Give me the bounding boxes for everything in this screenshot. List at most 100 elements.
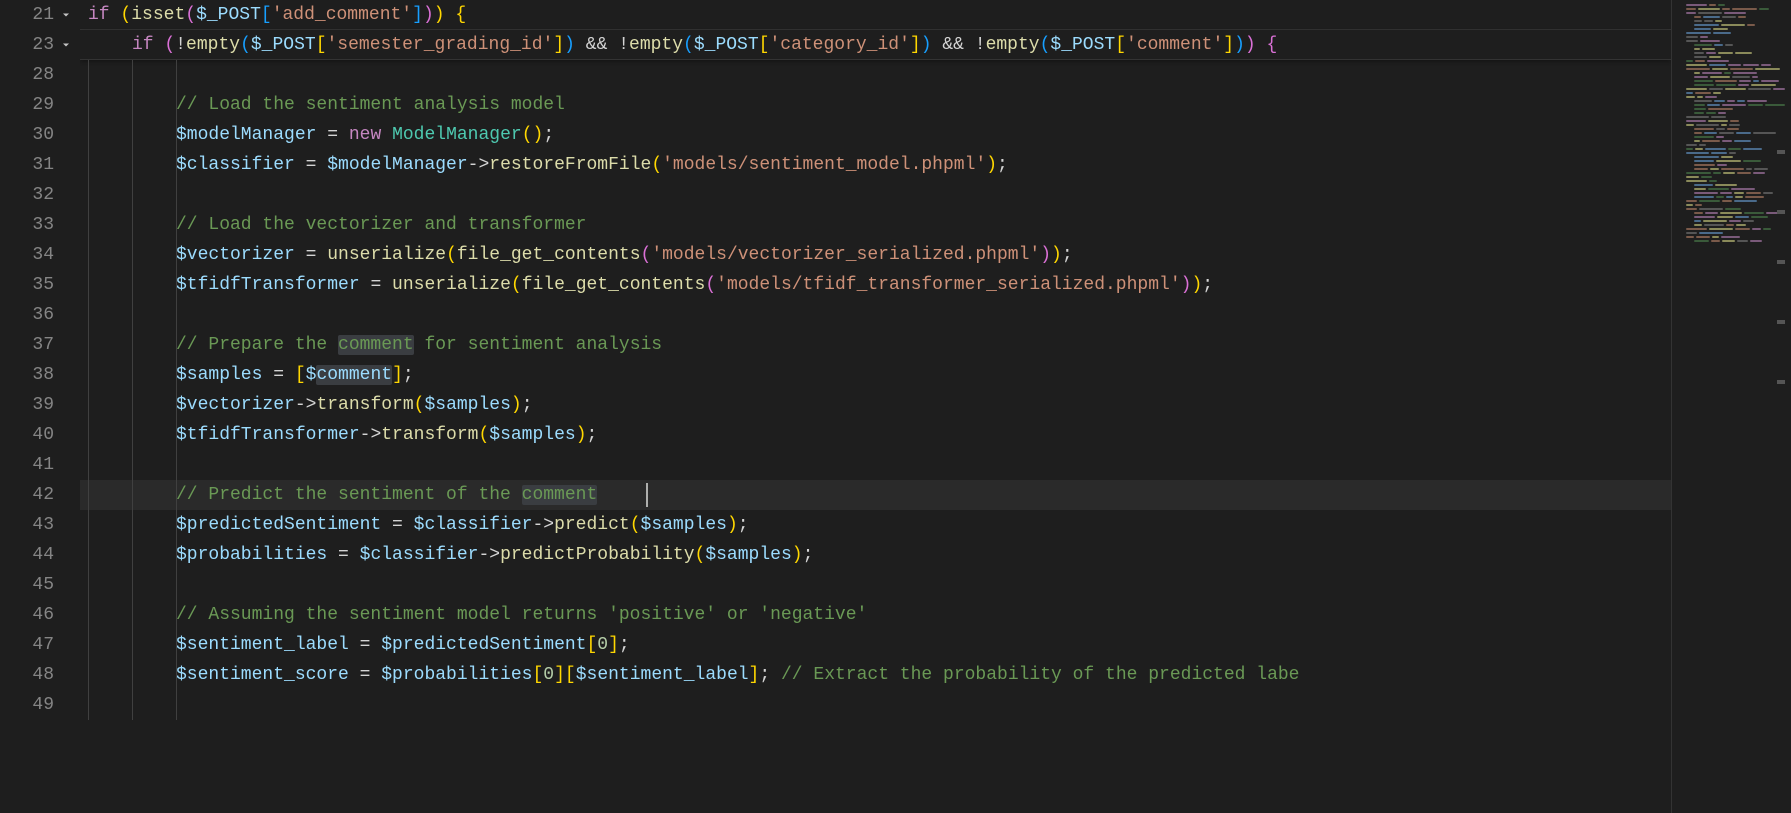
minimap-line xyxy=(1678,180,1785,183)
minimap-line xyxy=(1678,136,1785,139)
code-line[interactable]: // Load the vectorizer and transformer xyxy=(80,210,1671,240)
indent-guide xyxy=(88,360,89,390)
indent-guide xyxy=(176,90,177,120)
minimap-line xyxy=(1678,40,1785,43)
minimap-line xyxy=(1678,60,1785,63)
code-line[interactable]: $tfidfTransformer->transform($samples); xyxy=(80,420,1671,450)
line-number: 46 xyxy=(0,600,54,630)
code-line[interactable]: $tfidfTransformer = unserialize(file_get… xyxy=(80,270,1671,300)
code-line[interactable]: $modelManager = new ModelManager(); xyxy=(80,120,1671,150)
indent-guide xyxy=(132,540,133,570)
minimap-line xyxy=(1678,92,1785,95)
minimap-line xyxy=(1678,72,1785,75)
chevron-down-icon[interactable] xyxy=(58,37,74,53)
indent-guide xyxy=(88,270,89,300)
line-number: 23 xyxy=(0,30,54,60)
minimap-line xyxy=(1678,68,1785,71)
minimap-line xyxy=(1678,64,1785,67)
scrollbar-marker xyxy=(1777,150,1785,154)
indent-guide xyxy=(132,690,133,720)
minimap-line xyxy=(1678,8,1785,11)
code-content-area[interactable]: if (isset($_POST['add_comment'])) { if (!… xyxy=(80,0,1671,813)
indent-guide xyxy=(176,240,177,270)
code-line[interactable]: $vectorizer->transform($samples); xyxy=(80,390,1671,420)
indent-guide xyxy=(176,210,177,240)
code-line[interactable]: // Predict the sentiment of the comment xyxy=(80,480,1671,510)
code-line[interactable]: $samples = [$comment]; xyxy=(80,360,1671,390)
code-line[interactable]: if (isset($_POST['add_comment'])) { xyxy=(80,0,1671,30)
line-number: 48 xyxy=(0,660,54,690)
indent-guide xyxy=(176,450,177,480)
minimap[interactable] xyxy=(1671,0,1791,813)
minimap-line xyxy=(1678,164,1785,167)
code-line[interactable]: $probabilities = $classifier->predictPro… xyxy=(80,540,1671,570)
indent-guide xyxy=(88,420,89,450)
line-number: 41 xyxy=(0,450,54,480)
code-text: $vectorizer = unserialize(file_get_conte… xyxy=(88,245,1073,265)
code-text: $sentiment_score = $probabilities[0][$se… xyxy=(88,665,1299,685)
minimap-line xyxy=(1678,88,1785,91)
line-number: 42 xyxy=(0,480,54,510)
minimap-line xyxy=(1678,124,1785,127)
minimap-line xyxy=(1678,240,1785,243)
line-number: 43 xyxy=(0,510,54,540)
minimap-line xyxy=(1678,48,1785,51)
code-line[interactable]: $vectorizer = unserialize(file_get_conte… xyxy=(80,240,1671,270)
code-line[interactable] xyxy=(80,690,1671,720)
scrollbar-marker xyxy=(1777,380,1785,384)
indent-guide xyxy=(176,690,177,720)
minimap-line xyxy=(1678,168,1785,171)
code-line[interactable] xyxy=(80,570,1671,600)
chevron-down-icon[interactable] xyxy=(58,7,74,23)
code-line[interactable]: if (!empty($_POST['semester_grading_id']… xyxy=(80,30,1671,60)
code-line[interactable] xyxy=(80,300,1671,330)
indent-guide xyxy=(88,450,89,480)
minimap-line xyxy=(1678,116,1785,119)
line-number-gutter[interactable]: 2123282930313233343536373839404142434445… xyxy=(0,0,80,813)
line-number: 36 xyxy=(0,300,54,330)
minimap-line xyxy=(1678,140,1785,143)
code-line[interactable]: // Load the sentiment analysis model xyxy=(80,90,1671,120)
code-text: // Prepare the comment for sentiment ana… xyxy=(88,335,662,355)
code-line[interactable]: $sentiment_score = $probabilities[0][$se… xyxy=(80,660,1671,690)
minimap-line xyxy=(1678,144,1785,147)
indent-guide xyxy=(88,120,89,150)
indent-guide xyxy=(88,510,89,540)
minimap-line xyxy=(1678,200,1785,203)
indent-guide xyxy=(132,210,133,240)
scrollbar-track[interactable] xyxy=(1777,0,1791,813)
indent-guide xyxy=(132,270,133,300)
minimap-line xyxy=(1678,112,1785,115)
minimap-line xyxy=(1678,76,1785,79)
minimap-line xyxy=(1678,132,1785,135)
indent-guide xyxy=(132,570,133,600)
minimap-line xyxy=(1678,160,1785,163)
line-number: 40 xyxy=(0,420,54,450)
indent-guide xyxy=(176,360,177,390)
indent-guide xyxy=(176,510,177,540)
line-number: 31 xyxy=(0,150,54,180)
code-line[interactable] xyxy=(80,450,1671,480)
code-line[interactable] xyxy=(80,60,1671,90)
minimap-line xyxy=(1678,100,1785,103)
code-line[interactable]: // Prepare the comment for sentiment ana… xyxy=(80,330,1671,360)
indent-guide xyxy=(88,390,89,420)
minimap-line xyxy=(1678,28,1785,31)
indent-guide xyxy=(88,540,89,570)
indent-guide xyxy=(132,300,133,330)
indent-guide xyxy=(88,240,89,270)
minimap-line xyxy=(1678,36,1785,39)
minimap-line xyxy=(1678,56,1785,59)
indent-guide xyxy=(132,90,133,120)
code-line[interactable]: $classifier = $modelManager->restoreFrom… xyxy=(80,150,1671,180)
code-line[interactable]: // Assuming the sentiment model returns … xyxy=(80,600,1671,630)
code-text: if (isset($_POST['add_comment'])) { xyxy=(88,5,466,25)
code-line[interactable]: $sentiment_label = $predictedSentiment[0… xyxy=(80,630,1671,660)
code-line[interactable] xyxy=(80,180,1671,210)
code-line[interactable]: $predictedSentiment = $classifier->predi… xyxy=(80,510,1671,540)
indent-guide xyxy=(176,120,177,150)
indent-guide xyxy=(132,660,133,690)
indent-guide xyxy=(176,630,177,660)
indent-guide xyxy=(176,540,177,570)
minimap-line xyxy=(1678,80,1785,83)
